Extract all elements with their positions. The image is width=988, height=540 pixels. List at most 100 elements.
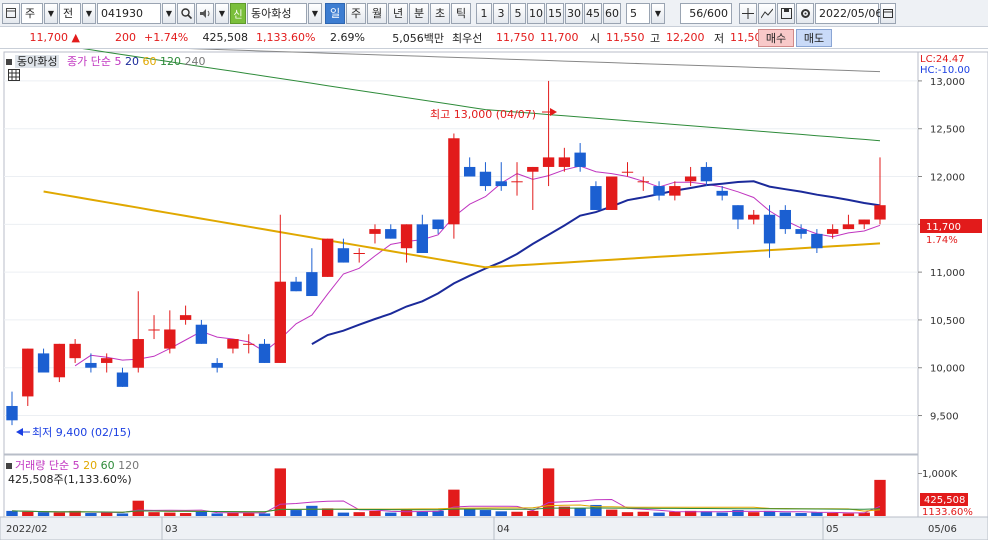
volume-bar <box>574 507 586 516</box>
volume-bar <box>669 511 681 516</box>
candle-body <box>858 219 870 225</box>
save-icon[interactable] <box>777 2 795 24</box>
volume-bar <box>621 512 634 516</box>
calendar-icon[interactable] <box>880 2 896 24</box>
candle-body <box>69 343 81 359</box>
search-icon[interactable] <box>177 2 195 24</box>
volume-bar <box>400 510 413 516</box>
candle-body <box>495 181 507 187</box>
stock-name: 동아화성 <box>247 2 307 24</box>
count-field[interactable]: 56/600 <box>680 2 732 24</box>
save-icon-glyph <box>780 7 792 19</box>
tools-icon[interactable] <box>758 2 776 24</box>
candle-body <box>385 229 397 239</box>
chevron-down-icon[interactable]: ▼ <box>215 2 229 24</box>
volume-bar <box>306 505 318 516</box>
high-label: 고 <box>650 31 661 45</box>
volume-bar <box>606 509 618 516</box>
prefix-select[interactable]: 전 <box>59 2 81 24</box>
chevron-down-icon[interactable]: ▼ <box>308 2 322 24</box>
gear-icon[interactable] <box>796 2 814 24</box>
buy-button[interactable]: 매수 <box>758 29 794 47</box>
candle-body <box>779 209 791 230</box>
interval-select[interactable]: 5 <box>626 2 650 24</box>
candle-body <box>621 171 634 173</box>
tab-week[interactable]: 주 <box>346 2 366 24</box>
tab-second[interactable]: 초 <box>430 2 450 24</box>
volume-bar <box>274 468 286 516</box>
date-field[interactable]: 2022/05/06 <box>815 2 882 24</box>
volume-bar <box>527 510 539 516</box>
y-tick-label: 12,000 <box>930 173 965 184</box>
volume: 425,508 <box>202 31 249 44</box>
candle-body <box>684 176 697 182</box>
interval-15[interactable]: 15 <box>546 2 564 24</box>
candle-body <box>22 348 34 397</box>
tab-year[interactable]: 년 <box>388 2 408 24</box>
candle-body <box>700 166 713 182</box>
candle-body <box>306 272 318 297</box>
volume-bar <box>37 512 50 516</box>
volume-bar <box>6 510 18 516</box>
interval-45[interactable]: 45 <box>584 2 602 24</box>
chevron-down-icon[interactable]: ▼ <box>651 2 665 24</box>
volume-bar <box>353 512 365 516</box>
interval-3[interactable]: 3 <box>493 2 509 24</box>
interval-1[interactable]: 1 <box>476 2 492 24</box>
volume-bar <box>164 512 176 516</box>
volume-bar <box>85 513 97 516</box>
chevron-down-icon[interactable]: ▼ <box>162 2 176 24</box>
volume-bar <box>116 513 129 516</box>
turnover: 2.69% <box>330 31 365 44</box>
interval-60[interactable]: 60 <box>603 2 621 24</box>
volume-bar <box>511 511 523 516</box>
tools-icon-glyph <box>761 8 773 18</box>
volume-pct-tag: 1133.60% <box>922 507 973 518</box>
candle-body <box>85 362 97 368</box>
y-tick-label: 12,500 <box>930 125 965 136</box>
chevron-down-icon[interactable]: ▼ <box>82 2 96 24</box>
sound-icon[interactable] <box>196 2 214 24</box>
window-icon[interactable] <box>2 2 20 24</box>
chevron-down-icon[interactable]: ▼ <box>44 2 58 24</box>
candle-body <box>274 281 286 363</box>
interval-5[interactable]: 5 <box>510 2 526 24</box>
volume-bar <box>479 510 492 516</box>
window-icon-glyph <box>6 8 16 18</box>
ma-240: 240 <box>184 55 206 68</box>
candle-body <box>432 219 444 230</box>
volume-axis-label: 1,000K <box>922 469 958 480</box>
chart-svg[interactable]: 9,50010,00010,50011,00011,50012,00012,50… <box>0 37 988 540</box>
candle-body <box>716 190 728 196</box>
market-select[interactable]: 주 <box>21 2 43 24</box>
interval-10[interactable]: 10 <box>527 2 545 24</box>
volume-bar <box>132 500 144 516</box>
volume-bar <box>243 513 255 516</box>
candle-body <box>290 281 302 292</box>
high-price: 12,200 <box>666 31 705 44</box>
volume-bar <box>416 511 429 516</box>
code-input[interactable]: 041930 <box>97 2 161 24</box>
tab-tick[interactable]: 틱 <box>451 2 471 24</box>
volume-bar <box>258 513 271 516</box>
candle-body <box>369 229 381 234</box>
tab-day[interactable]: 일 <box>325 2 345 24</box>
tab-month[interactable]: 월 <box>367 2 387 24</box>
candle-body <box>590 186 602 210</box>
interval-30[interactable]: 30 <box>565 2 583 24</box>
y-axis-area <box>917 51 988 518</box>
volume-tag: 425,508 <box>924 495 965 506</box>
chart-area[interactable]: 9,50010,00010,50011,00011,50012,00012,50… <box>0 37 988 540</box>
tab-minute[interactable]: 분 <box>409 2 429 24</box>
candle-body <box>448 138 460 225</box>
open-label: 시 <box>590 31 601 45</box>
stock-title: 동아화성 <box>15 55 60 68</box>
crosshair-icon[interactable] <box>739 2 757 24</box>
sell-button[interactable]: 매도 <box>796 29 832 47</box>
candle-body <box>101 358 113 363</box>
price-tag: 11,700 <box>926 222 961 233</box>
legend-square-icon <box>6 463 12 469</box>
table-icon[interactable] <box>8 69 20 84</box>
y-tick-label: 10,500 <box>930 316 965 327</box>
volume-bar <box>179 513 192 516</box>
